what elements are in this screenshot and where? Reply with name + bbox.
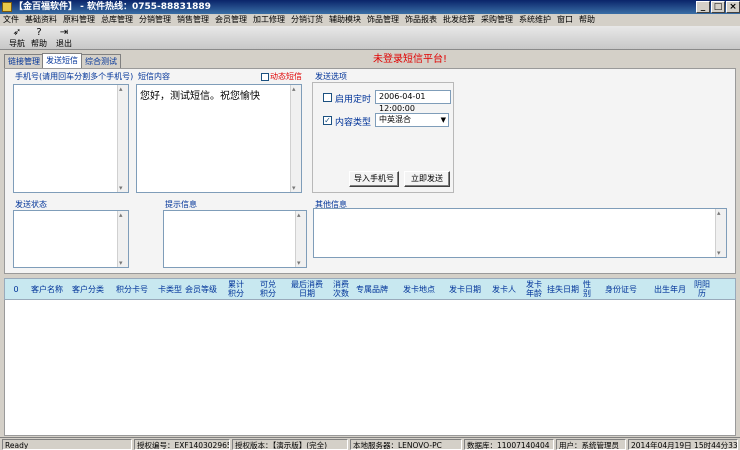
col-gender[interactable]: 性别 (581, 279, 593, 299)
col-card-number[interactable]: 积分卡号 (107, 279, 157, 299)
send-sms-panel: 手机号(请用回车分割多个手机号) 短信内容 动态短信 您好，测试短信。祝您愉快 … (4, 68, 736, 274)
col-id-number[interactable]: 身份证号 (593, 279, 649, 299)
customer-grid-header: 0 客户名称 客户分类 积分卡号 卡类型 会员等级 累计积分 可兑积分 最后消费… (4, 278, 736, 300)
help-button[interactable]: ? 帮助 (28, 27, 50, 49)
phone-scrollbar[interactable] (117, 85, 128, 192)
menu-distribution[interactable]: 分销管理 (136, 14, 174, 26)
col-customer-name[interactable]: 客户名称 (25, 279, 69, 299)
col-customer-type[interactable]: 客户分类 (69, 279, 107, 299)
col-card-type[interactable]: 卡类型 (157, 279, 183, 299)
timer-label: 启用定时 (335, 95, 372, 105)
col-purchase-count[interactable]: 消费次数 (331, 279, 351, 299)
title-bar: 【金百福软件】 - 软件热线：0755-88831889 _ □ × (0, 0, 740, 14)
content-textarea[interactable]: 您好，测试短信。祝您愉快 (136, 84, 302, 193)
col-calendar-type[interactable]: 阴阳历 (691, 279, 713, 299)
menu-accessory-reports[interactable]: 饰品报表 (402, 14, 440, 26)
menu-material[interactable]: 原料管理 (60, 14, 98, 26)
options-label: 发送选项 (315, 72, 347, 81)
menu-purchase[interactable]: 采购管理 (478, 14, 516, 26)
col-birth-date[interactable]: 出生年月 (649, 279, 691, 299)
col-issue-age[interactable]: 发卡年龄 (523, 279, 545, 299)
status-datetime: 2014年04月19日 15时44分33秒 (628, 439, 738, 450)
maximize-button[interactable]: □ (711, 1, 725, 13)
exit-icon: ⇥ (59, 27, 69, 38)
timer-datetime-input[interactable]: 2006-04-01 12:00:00 (375, 90, 451, 113)
col-total-points[interactable]: 累计积分 (219, 279, 253, 299)
menu-system[interactable]: 系统维护 (516, 14, 554, 26)
phone-textarea[interactable] (13, 84, 129, 193)
menu-help[interactable]: 帮助 (576, 14, 598, 26)
app-icon (2, 2, 12, 12)
status-server: 本地服务器：LENOVO-PC (350, 439, 462, 450)
col-redeemable-points[interactable]: 可兑积分 (253, 279, 283, 299)
hint-label: 提示信息 (165, 200, 197, 209)
toolbar: ➶ 导航 ? 帮助 ⇥ 退出 (0, 26, 740, 50)
content-type-checkbox[interactable]: ✓ (323, 116, 332, 125)
content-scrollbar[interactable] (290, 85, 301, 192)
close-button[interactable]: × (726, 1, 740, 13)
login-notice: 未登录短信平台! (372, 54, 447, 65)
tab-combined-test[interactable]: 综合测试 (81, 54, 121, 68)
menu-main-stock[interactable]: 总库管理 (98, 14, 136, 26)
status-license: 授权编号：EXF140302965 (134, 439, 230, 450)
status-user: 用户：系统管理员 (556, 439, 626, 450)
hint-scrollbar[interactable] (295, 211, 306, 267)
dynamic-sms-checkbox[interactable] (261, 73, 269, 81)
col-issuer[interactable]: 发卡人 (485, 279, 523, 299)
other-scrollbar[interactable] (715, 209, 726, 257)
exit-button[interactable]: ⇥ 退出 (53, 27, 75, 49)
col-member-level[interactable]: 会员等级 (183, 279, 219, 299)
menu-aux[interactable]: 辅助模块 (326, 14, 364, 26)
status-bar: Ready 授权编号：EXF140302965 授权版本：【演示版】(完全) 本… (0, 437, 740, 450)
content-type-label: 内容类型 (335, 118, 372, 128)
status-database: 数据库：11007140404 (464, 439, 554, 450)
col-issue-date[interactable]: 发卡日期 (445, 279, 485, 299)
menu-wholesale[interactable]: 批发结算 (440, 14, 478, 26)
other-info-box[interactable] (313, 208, 727, 258)
menu-file[interactable]: 文件 (0, 14, 22, 26)
send-status-box[interactable] (13, 210, 129, 268)
menu-repair[interactable]: 加工修理 (250, 14, 288, 26)
import-phone-button[interactable]: 导入手机号 (349, 171, 399, 187)
help-icon: ? (36, 27, 42, 38)
send-status-label: 发送状态 (15, 200, 47, 209)
menu-accessories[interactable]: 饰品管理 (364, 14, 402, 26)
menu-members[interactable]: 会员管理 (212, 14, 250, 26)
col-index[interactable]: 0 (7, 279, 25, 299)
tab-link-management[interactable]: 链接管理 (4, 54, 44, 68)
status-version: 授权版本：【演示版】(完全) (232, 439, 348, 450)
content-label: 短信内容 (138, 72, 170, 81)
customer-grid-body[interactable] (4, 300, 736, 436)
col-exclusive-brand[interactable]: 专属品牌 (351, 279, 393, 299)
dynamic-sms-label: 动态短信 (270, 72, 302, 81)
window-title: 【金百福软件】 - 软件热线：0755-88831889 (14, 2, 211, 12)
options-group: 启用定时 2006-04-01 12:00:00 ✓ 内容类型 中英混合 ▼ 导… (312, 82, 454, 193)
content-type-select[interactable]: 中英混合 ▼ (375, 113, 449, 127)
col-last-purchase-date[interactable]: 最后消费日期 (283, 279, 331, 299)
phone-label: 手机号(请用回车分割多个手机号) (15, 72, 134, 81)
menu-orders[interactable]: 分销订货 (288, 14, 326, 26)
status-ready: Ready (2, 439, 132, 450)
compass-icon: ➶ (12, 27, 22, 38)
timer-checkbox[interactable] (323, 93, 332, 102)
send-now-button[interactable]: 立即发送 (404, 171, 450, 187)
hint-box[interactable] (163, 210, 307, 268)
minimize-button[interactable]: _ (696, 1, 710, 13)
menu-sales[interactable]: 销售管理 (174, 14, 212, 26)
menu-basic-data[interactable]: 基础资料 (22, 14, 60, 26)
menu-window[interactable]: 窗口 (554, 14, 576, 26)
tab-send-sms[interactable]: 发送短信 (42, 53, 82, 68)
nav-button[interactable]: ➶ 导航 (6, 27, 28, 49)
col-issue-location[interactable]: 发卡地点 (393, 279, 445, 299)
menu-bar: 文件 基础资料 原料管理 总库管理 分销管理 销售管理 会员管理 加工修理 分销订货 辅助模块 饰品… (0, 14, 740, 26)
col-loss-date[interactable]: 挂失日期 (545, 279, 581, 299)
status-scrollbar[interactable] (117, 211, 128, 267)
chevron-down-icon: ▼ (440, 116, 446, 124)
